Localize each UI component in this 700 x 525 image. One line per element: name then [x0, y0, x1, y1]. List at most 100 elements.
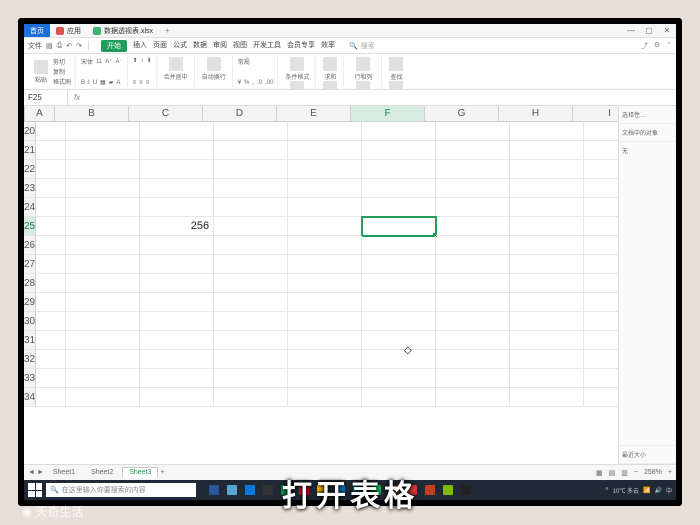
sheet-tab-3[interactable]: Sheet3	[122, 467, 158, 478]
cell-C33[interactable]	[140, 369, 214, 388]
tab-view[interactable]: 视图	[233, 40, 247, 52]
taskbar-search[interactable]: 🔍 在这里输入你要搜索的内容	[46, 483, 196, 497]
table-style-button[interactable]: 表格样式	[283, 81, 311, 90]
cell-D28[interactable]	[214, 274, 288, 293]
fx-icon[interactable]: fx	[68, 93, 86, 102]
cell-G34[interactable]	[436, 388, 510, 407]
percent-icon[interactable]: %	[244, 80, 249, 86]
cell-D32[interactable]	[214, 350, 288, 369]
cell-G23[interactable]	[436, 179, 510, 198]
tab-devtools[interactable]: 开发工具	[253, 40, 281, 52]
start-button[interactable]	[28, 483, 42, 497]
cell-A32[interactable]	[36, 350, 66, 369]
font-shrink-icon[interactable]: A⁻	[115, 58, 122, 65]
cell-D23[interactable]	[214, 179, 288, 198]
row-header-24[interactable]: 24	[24, 198, 36, 217]
cell-F20[interactable]	[362, 122, 436, 141]
cell-G24[interactable]	[436, 198, 510, 217]
cell-A33[interactable]	[36, 369, 66, 388]
cell-B30[interactable]	[66, 312, 140, 331]
col-header-E[interactable]: E	[277, 106, 351, 121]
minimize-button[interactable]: —	[622, 26, 640, 35]
col-header-H[interactable]: H	[499, 106, 573, 121]
cell-E23[interactable]	[288, 179, 362, 198]
settings-icon[interactable]: ⚙	[654, 41, 660, 51]
undo-icon[interactable]: ↶	[66, 42, 72, 50]
cell-I20[interactable]	[584, 122, 618, 141]
new-tab-button[interactable]: +	[159, 26, 176, 35]
cell-A31[interactable]	[36, 331, 66, 350]
taskbar-app-7[interactable]	[332, 483, 348, 497]
cell-F26[interactable]	[362, 236, 436, 255]
taskbar-app-6[interactable]	[314, 483, 330, 497]
cell-G32[interactable]	[436, 350, 510, 369]
cell-G28[interactable]	[436, 274, 510, 293]
cell-I25[interactable]	[584, 217, 618, 236]
cell-A28[interactable]	[36, 274, 66, 293]
cell-E33[interactable]	[288, 369, 362, 388]
taskbar-app-0[interactable]	[206, 483, 222, 497]
sheet-button[interactable]: 工作表	[349, 81, 377, 90]
view-page-icon[interactable]: ▤	[609, 469, 616, 477]
find-button[interactable]: 查找	[387, 57, 405, 81]
border-icon[interactable]: ▦	[100, 79, 106, 86]
font-color-icon[interactable]: A	[116, 80, 120, 86]
row-header-28[interactable]: 28	[24, 274, 36, 293]
cell-E21[interactable]	[288, 141, 362, 160]
cell-F30[interactable]	[362, 312, 436, 331]
row-header-29[interactable]: 29	[24, 293, 36, 312]
sheet-tab-1[interactable]: Sheet1	[46, 467, 82, 478]
number-format-select[interactable]: 常规	[238, 57, 250, 66]
cell-D21[interactable]	[214, 141, 288, 160]
cell-F34[interactable]	[362, 388, 436, 407]
row-header-31[interactable]: 31	[24, 331, 36, 350]
cell-F28[interactable]	[362, 274, 436, 293]
cell-A30[interactable]	[36, 312, 66, 331]
cell-E27[interactable]	[288, 255, 362, 274]
cell-C28[interactable]	[140, 274, 214, 293]
taskbar-app-9[interactable]	[368, 483, 384, 497]
sheet-tab-2[interactable]: Sheet2	[84, 467, 120, 478]
cell-G21[interactable]	[436, 141, 510, 160]
cell-H28[interactable]	[510, 274, 584, 293]
cell-H29[interactable]	[510, 293, 584, 312]
cell-G25[interactable]	[436, 217, 510, 236]
col-header-C[interactable]: C	[129, 106, 203, 121]
cell-F32[interactable]	[362, 350, 436, 369]
cell-H23[interactable]	[510, 179, 584, 198]
cell-D27[interactable]	[214, 255, 288, 274]
cell-B22[interactable]	[66, 160, 140, 179]
cell-E24[interactable]	[288, 198, 362, 217]
cell-G20[interactable]	[436, 122, 510, 141]
col-header-B[interactable]: B	[55, 106, 129, 121]
taskbar-app-5[interactable]	[296, 483, 312, 497]
filter-button[interactable]: 筛选	[321, 81, 339, 90]
cell-G31[interactable]	[436, 331, 510, 350]
cell-C22[interactable]	[140, 160, 214, 179]
cell-A24[interactable]	[36, 198, 66, 217]
cell-A29[interactable]	[36, 293, 66, 312]
cell-C34[interactable]	[140, 388, 214, 407]
cell-A25[interactable]	[36, 217, 66, 236]
cell-G30[interactable]	[436, 312, 510, 331]
tab-app[interactable]: 应用	[50, 24, 87, 37]
tab-data[interactable]: 数据	[193, 40, 207, 52]
cell-E32[interactable]	[288, 350, 362, 369]
cell-F27[interactable]	[362, 255, 436, 274]
cell-F31[interactable]	[362, 331, 436, 350]
cell-C25[interactable]: 256	[140, 217, 214, 236]
row-header-33[interactable]: 33	[24, 369, 36, 388]
cell-I34[interactable]	[584, 388, 618, 407]
sheet-nav-prev-icon[interactable]: ◄	[28, 469, 35, 476]
cell-E29[interactable]	[288, 293, 362, 312]
tab-formula[interactable]: 公式	[173, 40, 187, 52]
currency-icon[interactable]: ¥	[238, 80, 241, 86]
cell-A26[interactable]	[36, 236, 66, 255]
cell-C26[interactable]	[140, 236, 214, 255]
taskbar-app-10[interactable]	[386, 483, 402, 497]
row-header-23[interactable]: 23	[24, 179, 36, 198]
cell-E20[interactable]	[288, 122, 362, 141]
col-header-F[interactable]: F	[351, 106, 425, 121]
taskbar-app-4[interactable]	[278, 483, 294, 497]
row-header-25[interactable]: 25	[24, 217, 36, 236]
